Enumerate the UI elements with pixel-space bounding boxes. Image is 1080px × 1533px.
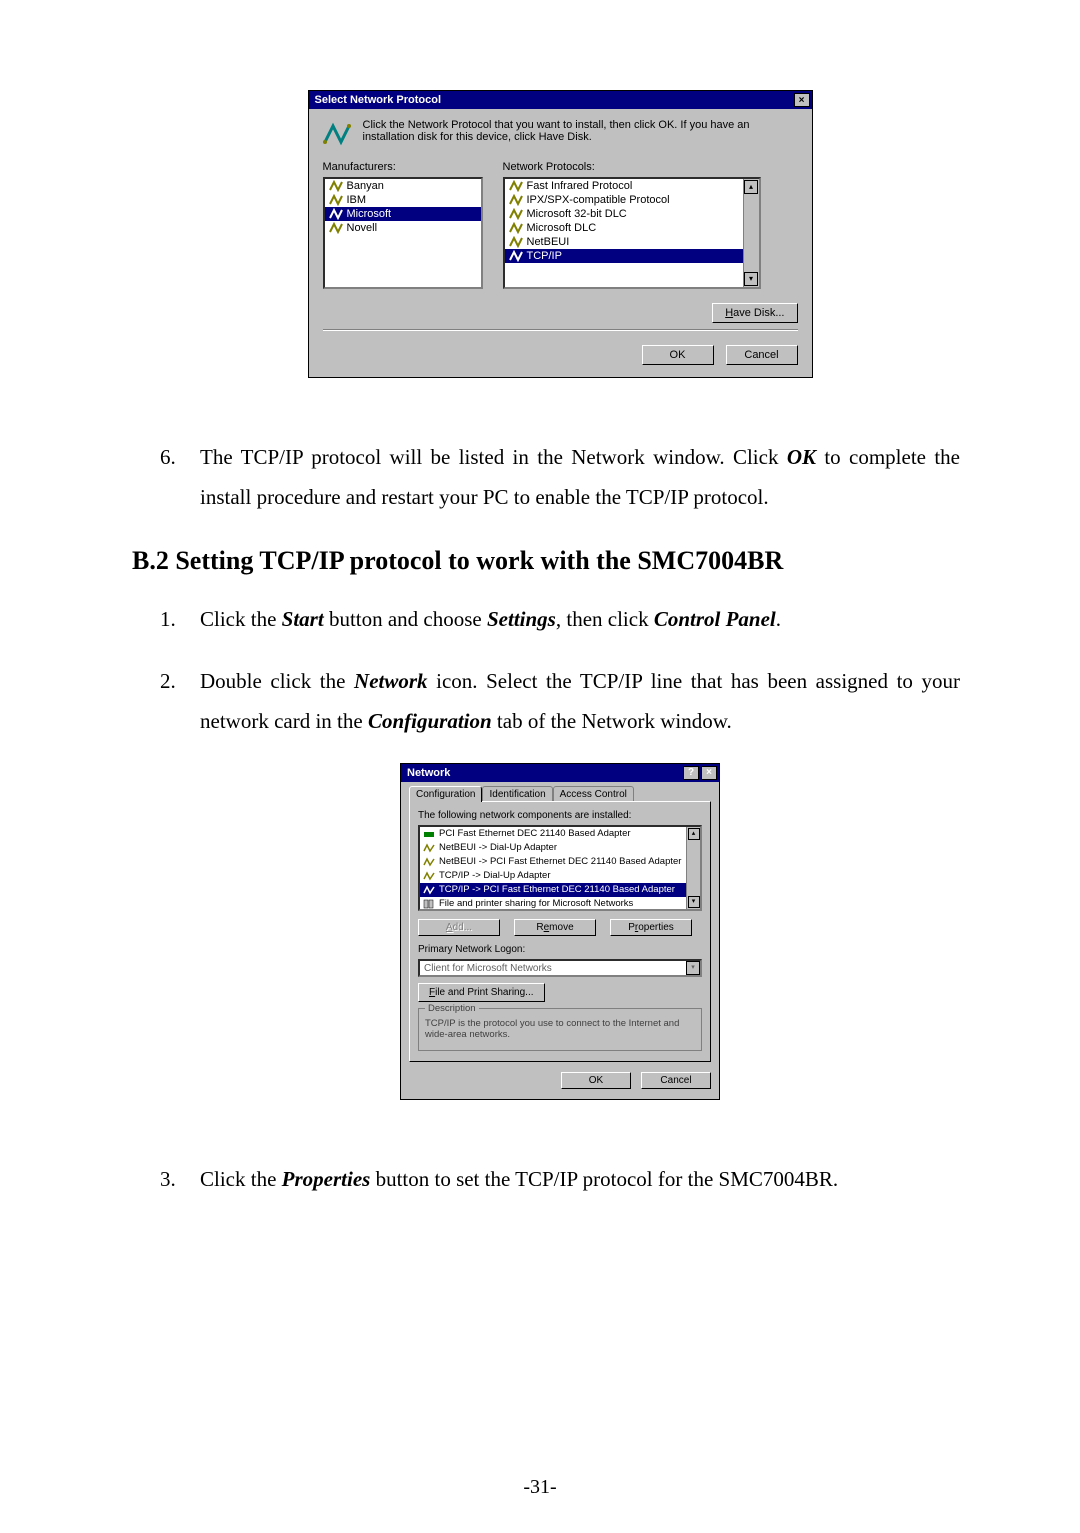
add-button[interactable]: Add... [418, 919, 500, 936]
section-heading: B.2 Setting TCP/IP protocol to work with… [132, 546, 960, 576]
network-dialog: Network ? × ConfigurationIdentificationA… [400, 763, 720, 1100]
cancel-button[interactable]: Cancel [726, 345, 798, 365]
manufacturers-listbox[interactable]: BanyanIBMMicrosoftNovell [323, 177, 483, 289]
step-number: 6. [160, 438, 182, 518]
cancel-button[interactable]: Cancel [641, 1072, 711, 1089]
help-icon[interactable]: ? [683, 766, 699, 780]
dialog1-title: Select Network Protocol [315, 94, 442, 106]
components-caption: The following network components are ins… [418, 810, 702, 821]
dialog2-titlebar: Network ? × [401, 764, 719, 782]
step-1: 1. Click the Start button and choose Set… [160, 600, 960, 640]
step-number: 1. [160, 600, 182, 640]
have-disk-button[interactable]: Have Disk... [712, 303, 797, 323]
description-group: Description TCP/IP is the protocol you u… [418, 1008, 702, 1051]
tab-identification[interactable]: Identification [482, 786, 552, 802]
step-2: 2. Double click the Network icon. Select… [160, 662, 960, 742]
tab-configuration[interactable]: Configuration [409, 786, 482, 802]
ok-button[interactable]: OK [561, 1072, 631, 1089]
manufacturers-column: Manufacturers: BanyanIBMMicrosoftNovell [323, 161, 483, 289]
list-item[interactable]: TCP/IP [505, 249, 759, 263]
titlebar-buttons: ? × [683, 766, 717, 780]
scroll-down-icon[interactable]: ▾ [744, 272, 758, 286]
tab-row: ConfigurationIdentificationAccess Contro… [409, 786, 711, 802]
list-item[interactable]: Fast Infrared Protocol [505, 179, 759, 193]
fps-row: File and Print Sharing... [418, 987, 702, 998]
ordered-list-2: 1. Click the Start button and choose Set… [160, 600, 960, 742]
list-item[interactable]: NetBEUI -> Dial-Up Adapter [420, 841, 700, 855]
properties-button[interactable]: Properties [610, 919, 692, 936]
combo-value: Client for Microsoft Networks [424, 963, 552, 974]
ok-button[interactable]: OK [642, 345, 714, 365]
scroll-up-icon[interactable]: ▴ [688, 828, 700, 840]
configuration-pane: The following network components are ins… [409, 801, 711, 1062]
button-row: Add... Remove Properties [418, 919, 702, 936]
dialog1-instruction-row: Click the Network Protocol that you want… [323, 119, 798, 147]
step-text: Click the Start button and choose Settin… [200, 600, 960, 640]
list-item[interactable]: NetBEUI -> PCI Fast Ethernet DEC 21140 B… [420, 855, 700, 869]
close-icon[interactable]: × [701, 766, 717, 780]
dialog1-titlebar: Select Network Protocol × [309, 91, 812, 109]
list-item[interactable]: Novell [325, 221, 481, 235]
divider [323, 329, 798, 331]
dialog2-body: ConfigurationIdentificationAccess Contro… [401, 782, 719, 1099]
page-number: -31- [0, 1476, 1080, 1499]
description-text: TCP/IP is the protocol you use to connec… [425, 1018, 695, 1040]
list-item[interactable]: IBM [325, 193, 481, 207]
logon-label: Primary Network Logon: [418, 944, 702, 955]
ordered-list: 6. The TCP/IP protocol will be listed in… [160, 438, 960, 518]
list-item[interactable]: Microsoft DLC [505, 221, 759, 235]
list-item[interactable]: Microsoft 32-bit DLC [505, 207, 759, 221]
list-item[interactable]: PCI Fast Ethernet DEC 21140 Based Adapte… [420, 827, 700, 841]
manufacturers-label: Manufacturers: [323, 161, 483, 173]
protocol-icon [323, 119, 351, 147]
list-item[interactable]: File and printer sharing for Microsoft N… [420, 897, 700, 911]
file-print-sharing-button[interactable]: File and Print Sharing... [418, 983, 545, 1002]
scrollbar[interactable]: ▴ ▾ [743, 179, 759, 287]
step-text: The TCP/IP protocol will be listed in th… [200, 438, 960, 518]
step-3: 3. Click the Properties button to set th… [160, 1160, 960, 1200]
have-disk-row: Have Disk... [323, 303, 798, 323]
close-icon[interactable]: × [794, 93, 810, 107]
tab-access-control[interactable]: Access Control [553, 786, 634, 802]
ok-cancel-row: OK Cancel [323, 345, 798, 365]
remove-button[interactable]: Remove [514, 919, 596, 936]
list-item[interactable]: IPX/SPX-compatible Protocol [505, 193, 759, 207]
document-page: Select Network Protocol × Click the Netw… [0, 0, 1080, 1533]
dialog1-columns: Manufacturers: BanyanIBMMicrosoftNovell … [323, 161, 798, 289]
list-item[interactable]: TCP/IP -> Dial-Up Adapter [420, 869, 700, 883]
components-listbox[interactable]: PCI Fast Ethernet DEC 21140 Based Adapte… [418, 825, 702, 911]
step-text: Click the Properties button to set the T… [200, 1160, 960, 1200]
chevron-down-icon[interactable]: ▾ [686, 961, 700, 975]
ordered-list-3: 3. Click the Properties button to set th… [160, 1160, 960, 1200]
ok-cancel-row: OK Cancel [409, 1072, 711, 1089]
step-number: 2. [160, 662, 182, 742]
list-item[interactable]: Banyan [325, 179, 481, 193]
step-number: 3. [160, 1160, 182, 1200]
description-title: Description [425, 1003, 479, 1014]
scrollbar[interactable]: ▴ ▾ [686, 827, 700, 909]
scroll-up-icon[interactable]: ▴ [744, 180, 758, 194]
list-item[interactable]: TCP/IP -> PCI Fast Ethernet DEC 21140 Ba… [420, 883, 700, 897]
list-item[interactable]: Microsoft [325, 207, 481, 221]
dialog1-body: Click the Network Protocol that you want… [309, 109, 812, 377]
protocols-column: Network Protocols: Fast Infrared Protoco… [503, 161, 761, 289]
protocols-listbox[interactable]: Fast Infrared ProtocolIPX/SPX-compatible… [503, 177, 761, 289]
dialog1-instruction-text: Click the Network Protocol that you want… [363, 119, 798, 143]
step-6: 6. The TCP/IP protocol will be listed in… [160, 438, 960, 518]
dialog2-title: Network [407, 767, 450, 779]
select-network-protocol-dialog: Select Network Protocol × Click the Netw… [308, 90, 813, 378]
protocols-label: Network Protocols: [503, 161, 761, 173]
step-text: Double click the Network icon. Select th… [200, 662, 960, 742]
list-item[interactable]: NetBEUI [505, 235, 759, 249]
scroll-down-icon[interactable]: ▾ [688, 896, 700, 908]
primary-logon-combo[interactable]: Client for Microsoft Networks ▾ [418, 959, 702, 977]
